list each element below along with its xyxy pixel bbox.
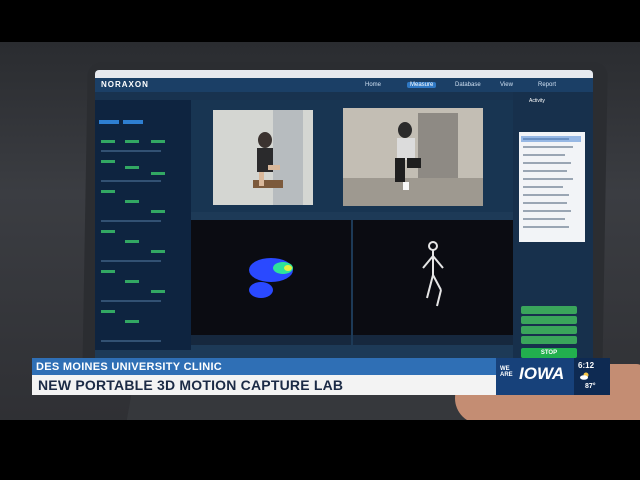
nav-view[interactable]: View: [500, 82, 513, 88]
subject-body: [397, 138, 415, 160]
kicker-text: DES MOINES UNIVERSITY CLINIC: [36, 361, 223, 373]
subject-head: [398, 122, 412, 138]
nav-home[interactable]: Home: [365, 82, 381, 88]
channel-grid: [99, 120, 165, 342]
activity-title: Activity: [529, 98, 545, 104]
clock-time: 6:12: [578, 361, 595, 370]
nav-report[interactable]: Report: [538, 82, 556, 88]
logo-top-text: WE ARE: [500, 366, 513, 378]
skeleton-figure: [422, 241, 444, 307]
temperature: 87°: [585, 383, 596, 390]
action-button-1[interactable]: [521, 306, 577, 314]
action-button-4[interactable]: [521, 336, 577, 344]
laptop-screen: NORAXON Home Measure Database View Repor…: [95, 70, 593, 370]
video-frame: NORAXON Home Measure Database View Repor…: [0, 0, 640, 480]
action-button-2[interactable]: [521, 316, 577, 324]
headline-text: NEW PORTABLE 3D MOTION CAPTURE LAB: [38, 377, 344, 393]
action-button-3[interactable]: [521, 326, 577, 334]
pressure-map-view: [191, 220, 351, 345]
window-titlebar: [95, 70, 593, 78]
activity-list[interactable]: [519, 132, 585, 242]
skeleton-view: [353, 220, 513, 345]
logo-main-text: IOWA: [519, 364, 565, 383]
camera-view-1: [213, 110, 313, 205]
stop-button[interactable]: STOP: [521, 348, 577, 358]
app-header: NORAXON Home Measure Database View Repor…: [95, 78, 593, 92]
channel-panel: [95, 100, 191, 350]
nav-database[interactable]: Database: [455, 82, 481, 88]
partly-cloudy-icon: [580, 372, 589, 380]
nav-measure[interactable]: Measure: [407, 82, 437, 88]
letterbox-top: [0, 0, 640, 42]
letterbox-bottom: [0, 420, 640, 480]
activity-panel: Activity STOP: [513, 92, 593, 364]
camera-view-2: [343, 108, 483, 206]
app-brand: NORAXON: [101, 80, 149, 89]
subject-head: [258, 132, 272, 148]
